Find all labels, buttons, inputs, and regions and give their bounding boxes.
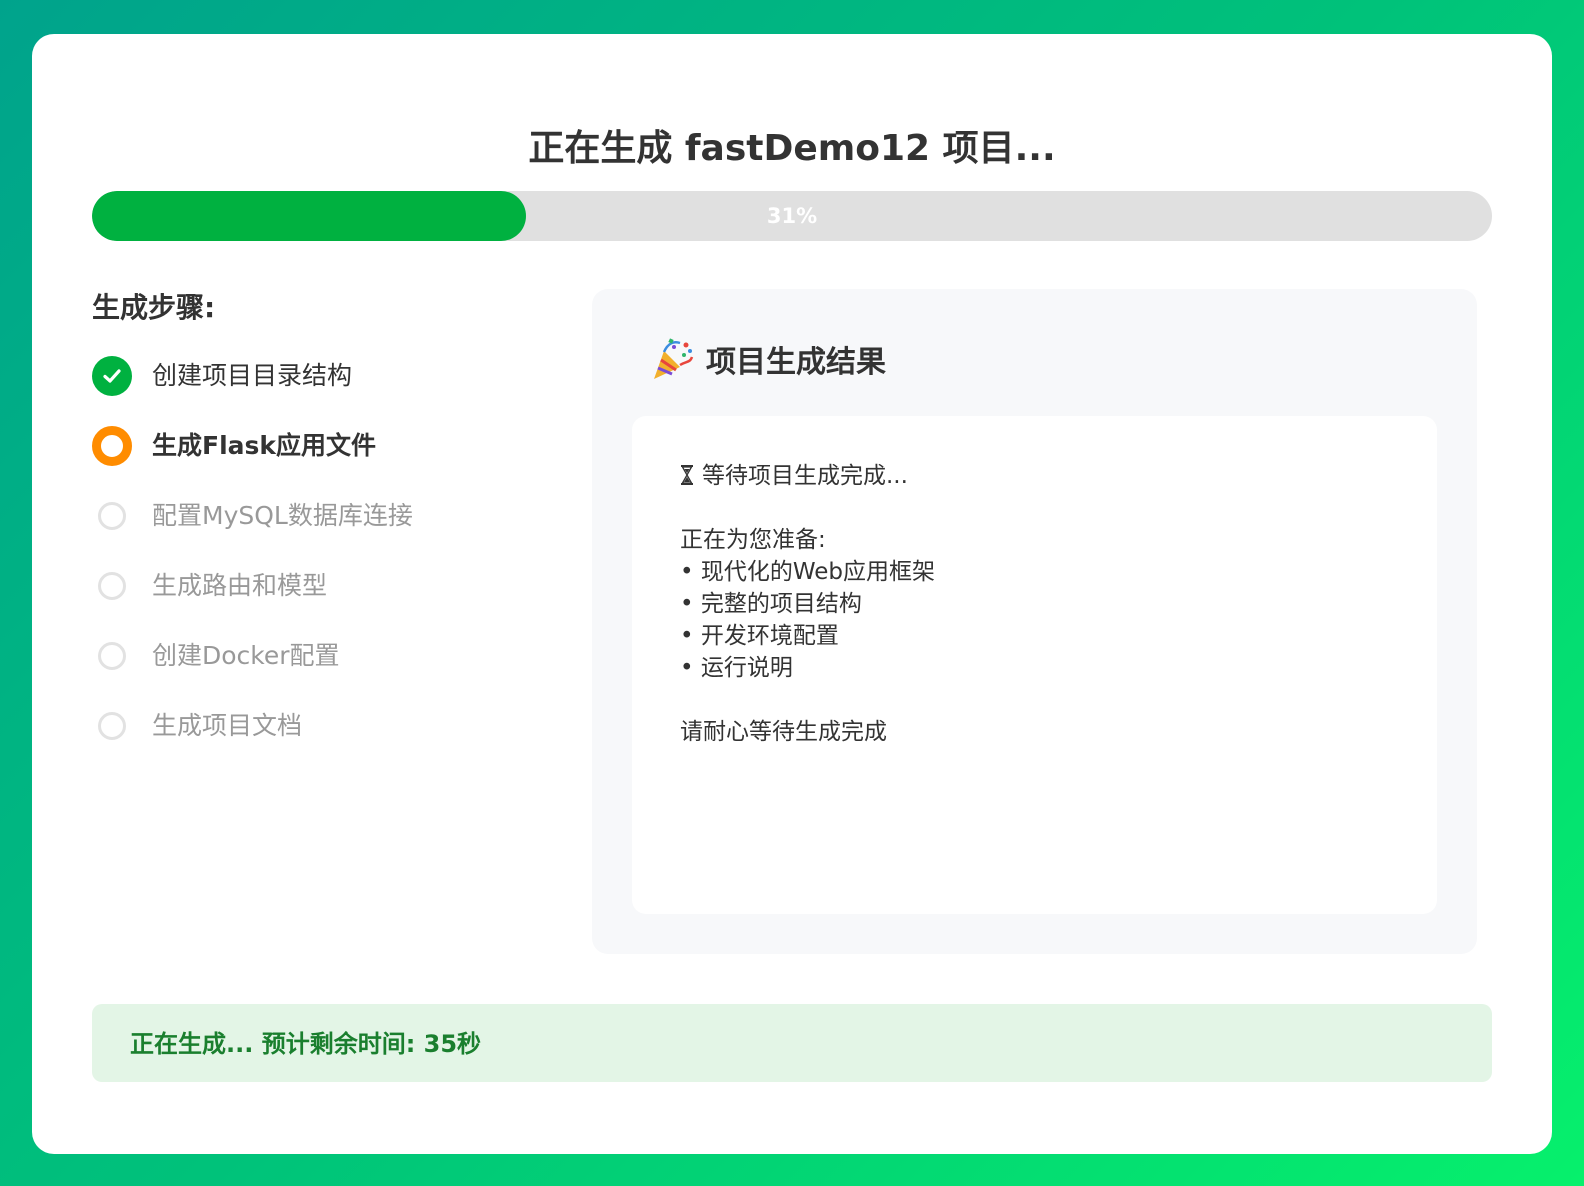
step-label: 创建项目目录结构 [152,361,353,390]
status-text: 正在生成... 预计剩余时间: 35秒 [130,1030,482,1058]
step-item-create-dirs: 创建项目目录结构 [92,352,552,422]
waiting-text: 等待项目生成完成... [702,463,908,489]
list-item: • 开发环境配置 [680,623,839,649]
steps-list: 创建项目目录结构 生成Flask应用文件 配置MySQL数据库连接 生成路由和模… [92,352,552,772]
step-item-docker: 创建Docker配置 [92,632,552,702]
step-item-routes-models: 生成路由和模型 [92,562,552,632]
step-label: 生成项目文档 [152,711,303,740]
result-title: 项目生成结果 [706,345,886,380]
result-panel: 项目生成结果 等待项目生成完成... 正在为您准备: • 现代化的Web应用框架… [592,289,1477,954]
empty-circle-icon [98,502,126,530]
preparing-heading: 正在为您准备: [680,527,826,553]
generation-card: 正在生成 fastDemo12 项目... 31% 生成步骤: 创建项目目录结构… [32,34,1552,1154]
step-label: 生成路由和模型 [152,571,328,600]
empty-circle-icon [98,642,126,670]
empty-circle-icon [98,712,126,740]
step-label: 配置MySQL数据库连接 [152,501,413,530]
check-icon [92,356,132,396]
progress-percent-label: 31% [766,204,818,228]
patience-text: 请耐心等待生成完成 [680,719,887,745]
step-item-flask-app: 生成Flask应用文件 [92,422,552,492]
list-item: • 现代化的Web应用框架 [680,559,936,585]
in-progress-ring-icon [92,426,132,466]
progress-bar: 31% [92,191,1492,241]
result-content: 等待项目生成完成... 正在为您准备: • 现代化的Web应用框架 • 完整的项… [680,460,935,748]
list-item: • 运行说明 [680,655,793,681]
list-item: • 完整的项目结构 [680,591,862,617]
step-label: 创建Docker配置 [152,641,340,670]
step-item-docs: 生成项目文档 [92,702,552,772]
hourglass-icon [681,465,693,485]
page-title: 正在生成 fastDemo12 项目... [528,128,1056,169]
step-label: 生成Flask应用文件 [152,431,377,460]
result-header: 项目生成结果 [650,333,886,385]
step-item-mysql: 配置MySQL数据库连接 [92,492,552,562]
result-output-box: 等待项目生成完成... 正在为您准备: • 现代化的Web应用框架 • 完整的项… [632,416,1437,914]
party-popper-icon [654,338,694,379]
empty-circle-icon [98,572,126,600]
waiting-line: 等待项目生成完成... [680,460,935,492]
steps-heading: 生成步骤: [92,291,216,324]
status-banner: 正在生成... 预计剩余时间: 35秒 [92,1004,1492,1082]
